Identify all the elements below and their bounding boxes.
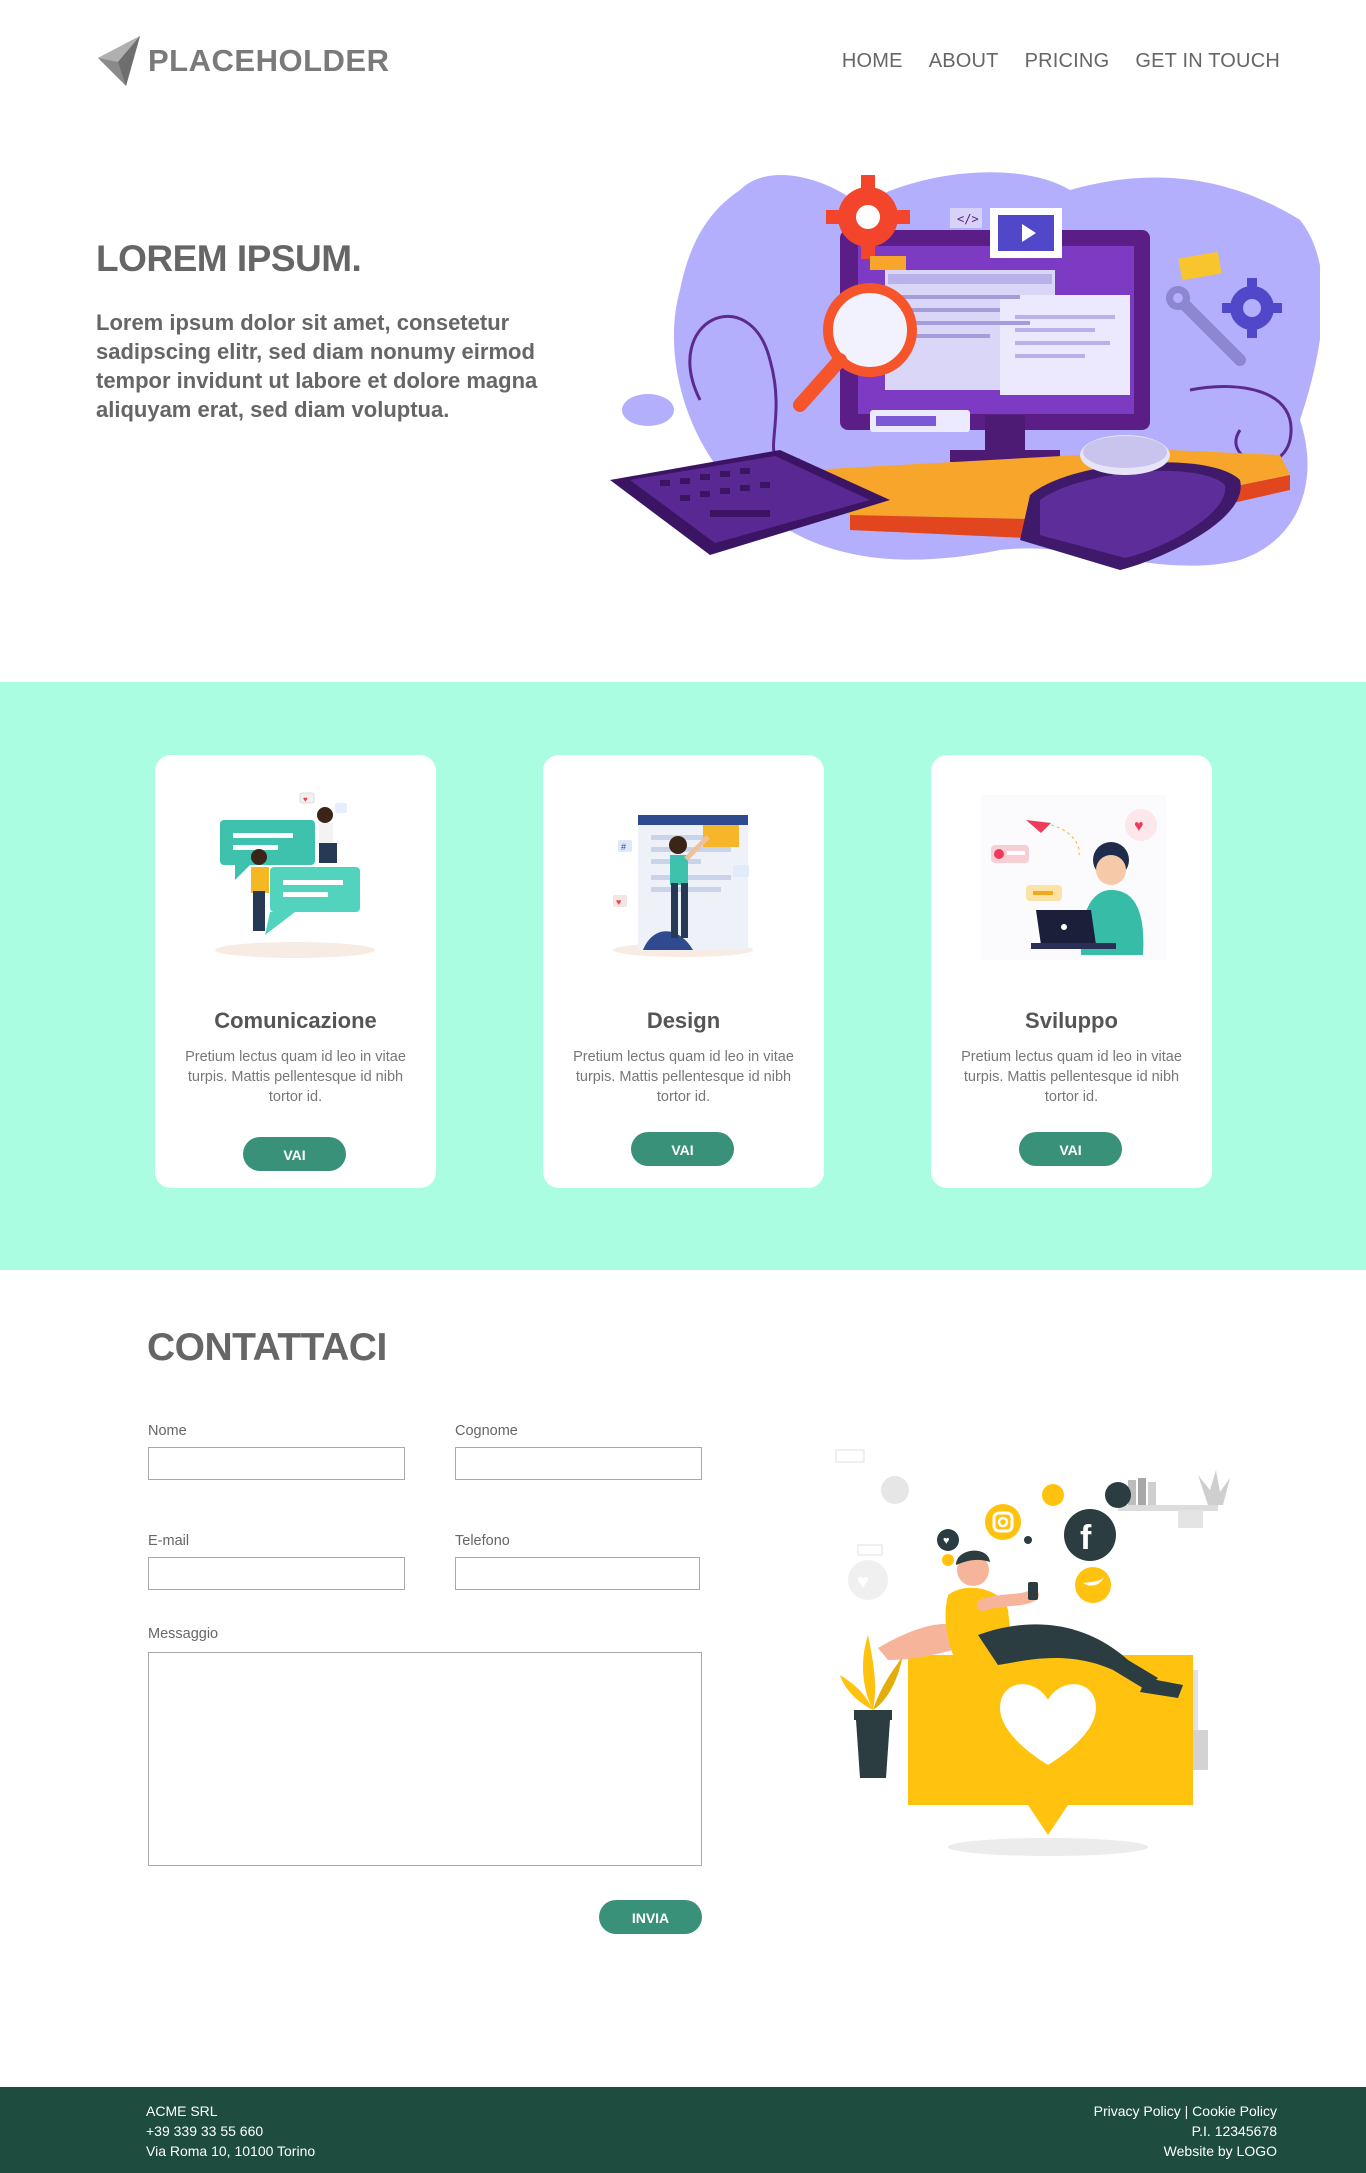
card-title: Sviluppo [1025,1008,1118,1033]
svg-text:♥: ♥ [616,897,621,907]
messaggio-field[interactable] [148,1652,702,1866]
submit-button[interactable]: INVIA [599,1900,702,1934]
label-nome: Nome [148,1423,187,1439]
card-vai-button[interactable]: VAI [243,1137,346,1171]
logo-text: PLACEHOLDER [148,43,390,78]
social-media-illustration: f ♥ ♥ [835,1449,1230,1856]
communication-illustration: ♥ [215,792,375,958]
telefono-field[interactable] [455,1557,700,1590]
logo[interactable]: PLACEHOLDER [96,34,389,88]
cookie-policy-link[interactable]: Cookie Policy [1192,2103,1277,2119]
svg-text:#: # [621,842,626,852]
card-vai-button[interactable]: VAI [631,1132,734,1166]
footer-legal: Privacy Policy | Cookie Policy P.I. 1234… [1094,2101,1277,2161]
logo-icon [98,36,140,86]
footer-credit[interactable]: Website by LOGO [1094,2141,1277,2161]
label-cognome: Cognome [455,1423,518,1439]
svg-text:f: f [1080,1519,1092,1557]
nav-home[interactable]: HOME [842,50,903,73]
nav-about[interactable]: ABOUT [929,50,999,73]
svg-text:♥: ♥ [943,1535,950,1547]
hero-text: Lorem ipsum dolor sit amet, consetetur s… [96,310,538,422]
development-illustration: ♥ [981,795,1166,960]
service-card-sviluppo: ♥ Sviluppo Pretium lectus quam id leo in… [931,755,1212,1188]
nome-field[interactable] [148,1447,405,1480]
cognome-field[interactable] [455,1447,702,1480]
footer-phone: +39 339 33 55 660 [146,2123,264,2139]
hero-computer-illustration: </> [610,172,1320,570]
svg-text:♥: ♥ [303,795,308,804]
card-text: Pretium lectus quam id leo in vitae turp… [573,1049,794,1105]
main-nav: HOME ABOUT PRICING GET IN TOUCH [816,50,1280,73]
label-telefono: Telefono [455,1533,510,1549]
footer-company: ACME SRL [146,2103,218,2119]
footer-address: Via Roma 10, 10100 Torino [146,2143,316,2159]
svg-text:</>: </> [957,212,979,226]
privacy-policy-link[interactable]: Privacy Policy [1094,2103,1181,2119]
card-text: Pretium lectus quam id leo in vitae turp… [185,1049,406,1105]
footer-vat: P.I. 12345678 [1191,2123,1277,2139]
card-title: Comunicazione [214,1008,377,1033]
card-vai-button[interactable]: VAI [1019,1132,1122,1166]
email-field[interactable] [148,1557,405,1590]
footer-company-info: ACME SRL +39 339 33 55 660 Via Roma 10, … [146,2101,315,2161]
service-card-comunicazione: ♥ Comunicazione Pretium lectus quam id l… [155,755,436,1188]
contact-title: CONTATTACI [147,1326,387,1369]
hero-title: LOREM IPSUM. [96,238,362,279]
service-card-design: # ♥ Design Pretium lectus quam id leo in… [543,755,824,1188]
footer-separator: | [1180,2103,1193,2119]
card-text: Pretium lectus quam id leo in vitae turp… [961,1049,1182,1105]
design-illustration: # ♥ [613,815,753,957]
svg-text:♥: ♥ [1134,818,1144,835]
svg-text:♥: ♥ [857,1571,869,1593]
nav-get-in-touch[interactable]: GET IN TOUCH [1135,50,1280,73]
card-title: Design [646,1008,721,1033]
nav-pricing[interactable]: PRICING [1025,50,1110,73]
label-messaggio: Messaggio [148,1626,219,1642]
label-email: E-mail [148,1533,190,1549]
